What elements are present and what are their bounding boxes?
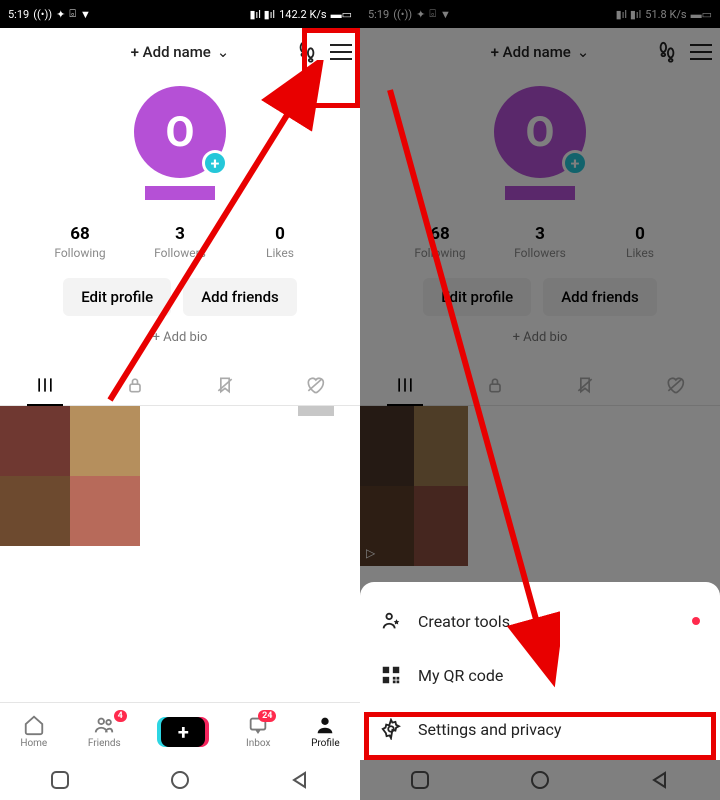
android-nav bbox=[0, 760, 360, 800]
profile-header: O + 68Following 3Followers 0Likes Edit p… bbox=[360, 76, 720, 345]
video-thumbnail[interactable] bbox=[0, 406, 140, 546]
instagram-icon: ⌻ bbox=[429, 7, 436, 21]
tab-saved[interactable] bbox=[180, 365, 270, 405]
battery-icon: ▬▭ bbox=[331, 8, 352, 21]
edit-profile-button[interactable]: Edit profile bbox=[423, 278, 531, 316]
stat-likes[interactable]: 0Likes bbox=[590, 224, 690, 260]
footprints-icon[interactable] bbox=[656, 41, 678, 63]
stat-following[interactable]: 68Following bbox=[390, 224, 490, 260]
menu-bottom-sheet: Creator tools My QR code Settings and pr… bbox=[360, 582, 720, 760]
status-bar: 5:19 ((•)) ✦ ⌻ ▼ ▮ıl ▮ıl 51.8 K/s ▬▭ bbox=[360, 0, 720, 28]
username-placeholder bbox=[505, 186, 575, 200]
stats-row: 68 Following 3 Followers 0 Likes bbox=[0, 224, 360, 260]
chevron-down-icon: ⌄ bbox=[217, 43, 230, 61]
puzzle-icon: ✦ bbox=[416, 8, 425, 21]
android-recent[interactable] bbox=[51, 771, 69, 789]
profile-screen-right: 5:19 ((•)) ✦ ⌻ ▼ ▮ıl ▮ıl 51.8 K/s ▬▭ + A… bbox=[360, 0, 720, 800]
bottom-nav: Home Friends 4 + Inbox 24 Profile bbox=[0, 702, 360, 760]
android-recent[interactable] bbox=[411, 771, 429, 789]
wifi-icon: ((•)) bbox=[33, 8, 52, 21]
android-home[interactable] bbox=[531, 771, 549, 789]
nav-friends[interactable]: Friends 4 bbox=[88, 714, 121, 749]
net-speed: 51.8 K/s bbox=[645, 8, 686, 21]
tab-private[interactable] bbox=[450, 365, 540, 405]
puzzle-icon: ✦ bbox=[56, 8, 65, 21]
username-placeholder bbox=[145, 186, 215, 200]
tab-posts[interactable] bbox=[360, 365, 450, 405]
nav-profile[interactable]: Profile bbox=[311, 714, 340, 749]
stat-followers[interactable]: 3Followers bbox=[490, 224, 590, 260]
signal-icon: ▮ıl ▮ıl bbox=[249, 8, 275, 21]
edit-profile-button[interactable]: Edit profile bbox=[63, 278, 171, 316]
add-name-label: + Add name bbox=[131, 43, 211, 61]
friends-badge: 4 bbox=[114, 710, 127, 722]
stat-following[interactable]: 68 Following bbox=[30, 224, 130, 260]
avatar[interactable]: O + bbox=[134, 86, 226, 178]
tab-liked[interactable] bbox=[270, 365, 360, 405]
nav-home[interactable]: Home bbox=[20, 714, 47, 749]
add-bio-button[interactable]: + Add bio bbox=[513, 330, 568, 345]
sheet-item-qr-code[interactable]: My QR code bbox=[360, 648, 720, 702]
notification-dot bbox=[692, 617, 700, 625]
stat-likes[interactable]: 0 Likes bbox=[230, 224, 330, 260]
android-back[interactable] bbox=[291, 771, 309, 789]
instagram-icon: ⌻ bbox=[69, 7, 76, 21]
profile-tabs bbox=[0, 365, 360, 406]
add-name-dropdown[interactable]: + Add name ⌄ bbox=[131, 43, 230, 61]
add-bio-button[interactable]: + Add bio bbox=[153, 330, 208, 345]
status-bar: 5:19 ((•)) ✦ ⌻ ▼ ▮ıl ▮ıl 142.2 K/s ▬▭ bbox=[0, 0, 360, 28]
tab-posts[interactable] bbox=[0, 365, 90, 405]
clock: 5:19 bbox=[8, 8, 29, 21]
net-speed: 142.2 K/s bbox=[279, 8, 326, 21]
tab-private[interactable] bbox=[90, 365, 180, 405]
wifi-icon: ((•)) bbox=[393, 8, 412, 21]
nav-create[interactable]: + bbox=[161, 717, 205, 747]
avatar-add-icon[interactable]: + bbox=[562, 150, 588, 176]
android-back[interactable] bbox=[651, 771, 669, 789]
annotation-highlight-settings bbox=[364, 712, 716, 760]
chevron-down-icon: ⌄ bbox=[577, 43, 590, 61]
battery-icon: ▬▭ bbox=[691, 8, 712, 21]
shield-icon: ▼ bbox=[80, 8, 91, 21]
loading-indicator bbox=[298, 406, 334, 416]
android-home[interactable] bbox=[171, 771, 189, 789]
add-friends-button[interactable]: Add friends bbox=[183, 278, 297, 316]
inbox-badge: 24 bbox=[258, 710, 276, 722]
tab-saved[interactable] bbox=[540, 365, 630, 405]
play-icon: ▷ bbox=[366, 546, 375, 560]
profile-header: O + 68 Following 3 Followers 0 Likes Edi… bbox=[0, 76, 360, 345]
clock: 5:19 bbox=[368, 8, 389, 21]
profile-screen-left: 5:19 ((•)) ✦ ⌻ ▼ ▮ıl ▮ıl 142.2 K/s ▬▭ + … bbox=[0, 0, 360, 800]
nav-inbox[interactable]: Inbox 24 bbox=[246, 714, 270, 749]
shield-icon: ▼ bbox=[440, 8, 451, 21]
avatar[interactable]: O + bbox=[494, 86, 586, 178]
video-thumbnail[interactable]: ▷ bbox=[360, 406, 468, 566]
stat-followers[interactable]: 3 Followers bbox=[130, 224, 230, 260]
posts-grid bbox=[0, 406, 360, 702]
avatar-add-icon[interactable]: + bbox=[202, 150, 228, 176]
signal-icon: ▮ıl ▮ıl bbox=[616, 8, 642, 21]
android-nav bbox=[360, 760, 720, 800]
sheet-item-creator-tools[interactable]: Creator tools bbox=[360, 594, 720, 648]
add-name-dropdown[interactable]: + Add name ⌄ bbox=[491, 43, 590, 61]
avatar-initial: O bbox=[166, 108, 195, 157]
hamburger-menu-icon[interactable] bbox=[690, 44, 712, 60]
plus-icon: + bbox=[178, 722, 189, 742]
tab-liked[interactable] bbox=[630, 365, 720, 405]
annotation-highlight-hamburger bbox=[302, 28, 360, 108]
top-bar: + Add name ⌄ bbox=[360, 28, 720, 76]
add-friends-button[interactable]: Add friends bbox=[543, 278, 657, 316]
